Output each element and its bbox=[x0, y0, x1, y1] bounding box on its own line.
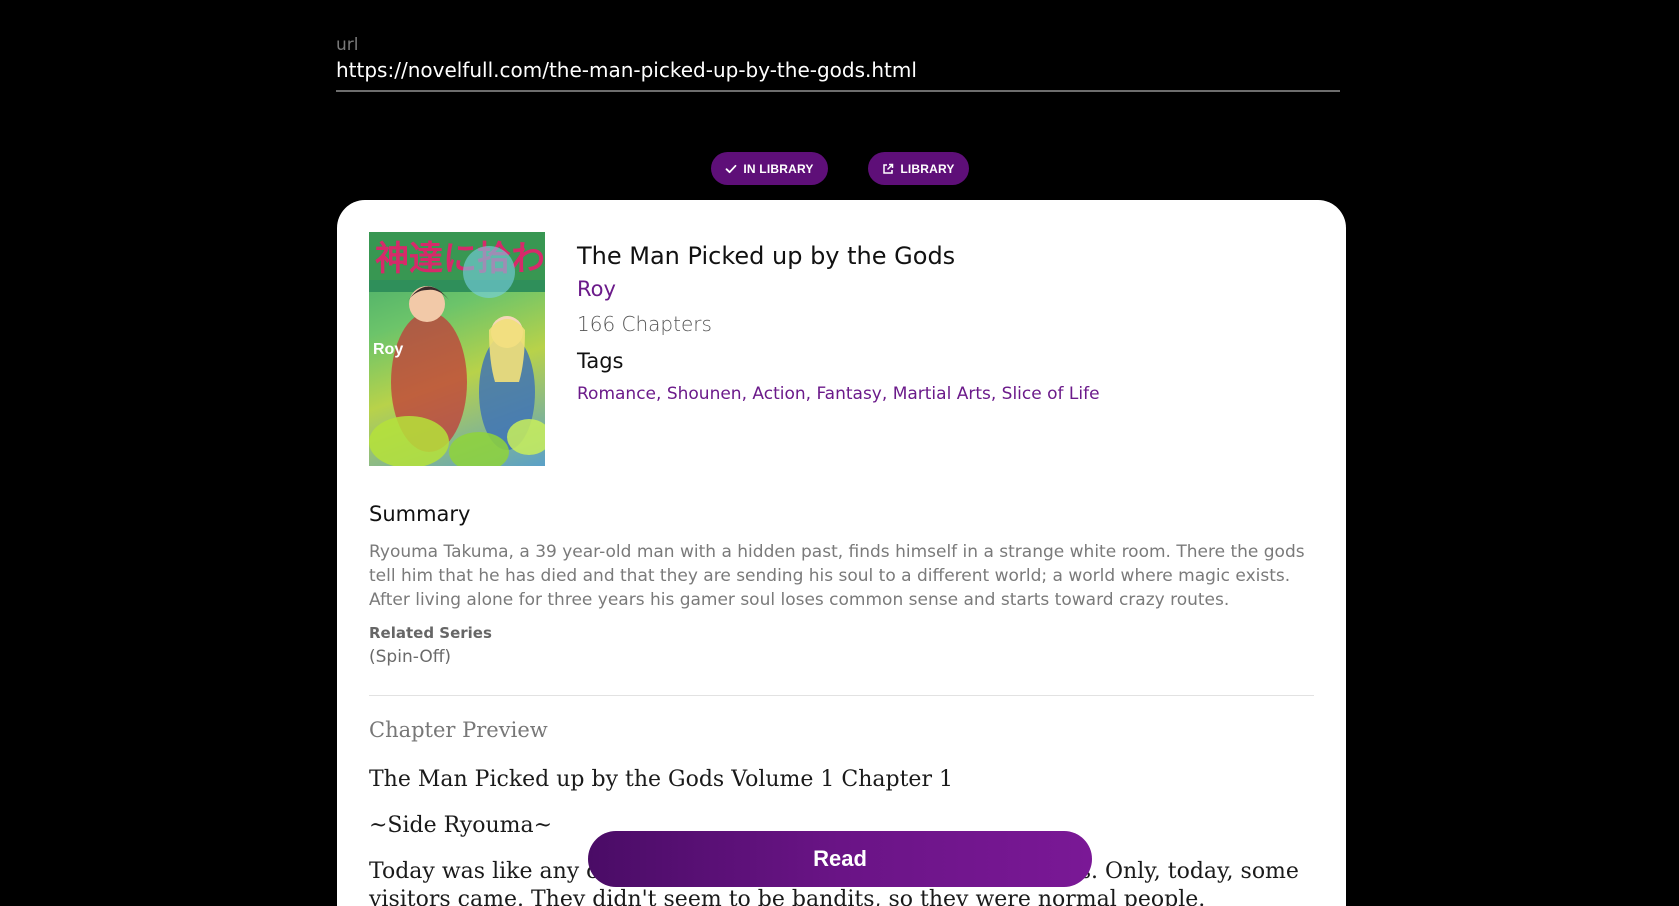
library-label: LIBRARY bbox=[900, 161, 955, 176]
svg-text:神達に拾われた男: 神達に拾われた男 bbox=[375, 239, 545, 279]
tag-action[interactable]: Action bbox=[752, 384, 805, 404]
read-button[interactable]: Read bbox=[588, 831, 1092, 887]
in-library-label: IN LIBRARY bbox=[743, 161, 814, 176]
novel-author-link[interactable]: Roy bbox=[577, 272, 1317, 306]
in-library-button[interactable]: IN LIBRARY bbox=[711, 152, 828, 185]
tag-list: Romance, Shounen, Action, Fantasy, Marti… bbox=[577, 384, 1100, 404]
summary-section: Summary Ryouma Takuma, a 39 year-old man… bbox=[369, 496, 1319, 670]
check-icon bbox=[725, 163, 737, 175]
tag-romance[interactable]: Romance bbox=[577, 384, 656, 404]
external-link-icon bbox=[882, 163, 894, 175]
cover-author-text: Roy bbox=[373, 341, 403, 358]
divider bbox=[369, 695, 1314, 696]
tag-martial-arts[interactable]: Martial Arts bbox=[893, 384, 991, 404]
novel-card: 神達に拾われた男 Roy The Man Picked up by the Go… bbox=[337, 200, 1346, 906]
related-series-label: Related Series bbox=[369, 624, 492, 642]
novel-title: The Man Picked up by the Gods bbox=[577, 242, 956, 270]
tags-heading: Tags bbox=[577, 349, 624, 373]
chapter-preview-heading: Chapter Preview bbox=[369, 718, 548, 742]
url-label: url bbox=[336, 35, 359, 55]
chapter-count: 166 Chapters bbox=[577, 312, 712, 336]
summary-text: Ryouma Takuma, a 39 year-old man with a … bbox=[369, 542, 1305, 610]
summary-heading: Summary bbox=[369, 502, 471, 526]
related-series-value: (Spin-Off) bbox=[369, 647, 452, 667]
tag-slice-of-life[interactable]: Slice of Life bbox=[1002, 384, 1100, 404]
novel-info: The Man Picked up by the Gods Roy 166 Ch… bbox=[577, 240, 1317, 410]
tag-fantasy[interactable]: Fantasy bbox=[816, 384, 881, 404]
url-input[interactable] bbox=[336, 56, 1340, 92]
tag-shounen[interactable]: Shounen bbox=[667, 384, 742, 404]
library-button[interactable]: LIBRARY bbox=[868, 152, 969, 185]
url-field-group: url bbox=[336, 34, 1340, 92]
cover-image: 神達に拾われた男 Roy bbox=[369, 232, 545, 466]
chapter-title: The Man Picked up by the Gods Volume 1 C… bbox=[369, 767, 953, 792]
page: url IN LIBRARY LIBRARY 神達に拾われた男 bbox=[0, 0, 1679, 906]
